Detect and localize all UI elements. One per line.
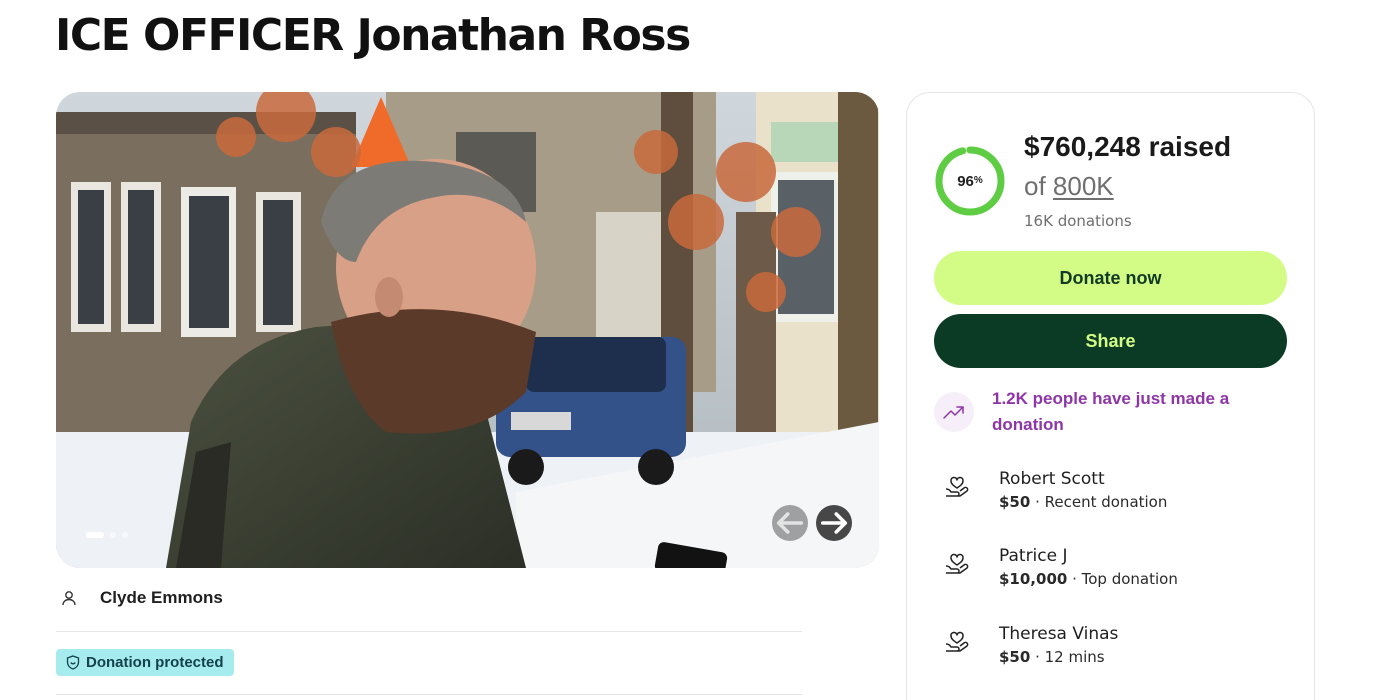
organizer[interactable]: Clyde Emmons	[60, 588, 223, 608]
donor-name: Robert Scott	[999, 469, 1105, 489]
campaign-photo-carousel[interactable]	[56, 92, 879, 568]
donor-name: Theresa Vinas	[999, 624, 1119, 644]
page-title: ICE OFFICER Jonathan Ross	[55, 10, 691, 61]
carousel-pagination	[86, 532, 128, 538]
campaign-photo	[56, 92, 879, 568]
donation-protected-badge[interactable]: Donation protected	[56, 649, 234, 676]
trending-up-icon	[934, 392, 974, 432]
donation-card: 96% $760,248 raised of 800K 16K donation…	[906, 92, 1315, 700]
donor-meta: $50 · Recent donation	[999, 493, 1168, 511]
carousel-dot[interactable]	[86, 532, 104, 538]
recent-activity-text: 1.2K people have just made a donation	[992, 389, 1230, 434]
recent-activity: 1.2K people have just made a donation	[934, 386, 1262, 438]
user-icon	[62, 591, 76, 606]
shield-icon	[66, 655, 80, 670]
progress-percent: 96%	[957, 172, 983, 190]
heart-hand-icon	[945, 476, 969, 497]
goal-link[interactable]: 800K	[1053, 171, 1114, 201]
heart-hand-icon	[945, 553, 969, 574]
donor-item: Patrice J $10,000 · Top donation	[943, 545, 1178, 588]
heart-hand-icon	[945, 631, 969, 652]
carousel-dot[interactable]	[110, 532, 116, 538]
donor-meta: $10,000 · Top donation	[999, 570, 1178, 588]
arrow-left-icon	[776, 512, 804, 534]
donor-meta: $50 · 12 mins	[999, 648, 1105, 666]
arrow-right-icon	[820, 512, 848, 534]
amount-raised: $760,248 raised	[1024, 131, 1232, 162]
share-button[interactable]: Share	[934, 314, 1287, 368]
goal-amount: of 800K	[1024, 171, 1114, 201]
donation-count: 16K donations	[1024, 212, 1132, 230]
donor-item: Theresa Vinas $50 · 12 mins	[943, 623, 1118, 666]
carousel-dot[interactable]	[122, 532, 128, 538]
donor-name: Patrice J	[999, 546, 1068, 566]
donate-now-button[interactable]: Donate now	[934, 251, 1287, 305]
donor-item: Robert Scott $50 · Recent donation	[943, 468, 1167, 511]
organizer-name: Clyde Emmons	[100, 588, 223, 607]
carousel-prev-button[interactable]	[772, 505, 808, 541]
divider	[56, 694, 802, 695]
badge-label: Donation protected	[86, 654, 224, 671]
divider	[56, 631, 802, 632]
carousel-next-button[interactable]	[816, 505, 852, 541]
